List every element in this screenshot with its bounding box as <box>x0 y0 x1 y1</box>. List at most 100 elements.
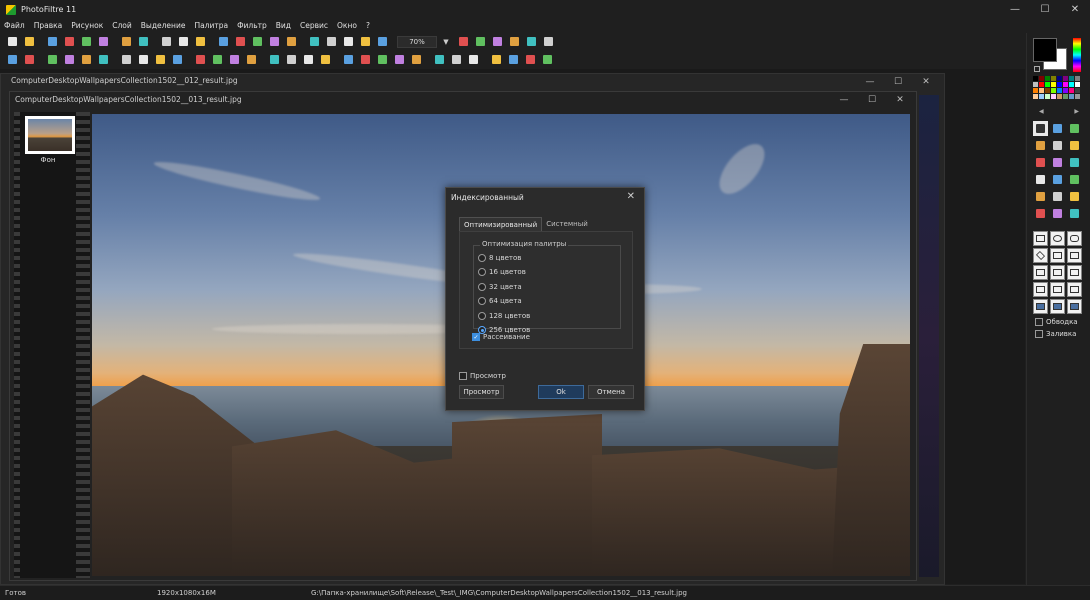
image-2-icon[interactable] <box>467 53 480 66</box>
menu-item[interactable]: Правка <box>34 21 63 30</box>
magic-icon[interactable] <box>342 35 355 48</box>
print-icon[interactable] <box>80 35 93 48</box>
mountain-3-icon[interactable] <box>410 53 423 66</box>
minimize-icon[interactable]: — <box>830 92 858 108</box>
finger-icon[interactable] <box>1050 189 1065 204</box>
foreground-color-swatch[interactable] <box>1033 38 1057 62</box>
palette-swatch[interactable] <box>1063 94 1068 99</box>
rgb-2-icon[interactable] <box>137 53 150 66</box>
cut-icon[interactable] <box>160 35 173 48</box>
radio-16-colors[interactable]: 16 цветов <box>478 266 526 278</box>
outline-checkbox[interactable] <box>1035 318 1043 326</box>
eraser-icon[interactable] <box>1067 155 1082 170</box>
select-2-shape-icon[interactable] <box>1050 282 1065 297</box>
hue-icon[interactable] <box>211 53 224 66</box>
maximize-icon[interactable]: ☐ <box>858 92 886 108</box>
brush-line-icon[interactable] <box>1067 138 1082 153</box>
contrast-icon[interactable] <box>194 53 207 66</box>
heart-icon[interactable] <box>1067 206 1082 221</box>
palette-swatch[interactable] <box>1063 88 1068 93</box>
palette-swatch[interactable] <box>1069 82 1074 87</box>
minimize-button[interactable]: — <box>1000 0 1030 19</box>
palette-prev-icon[interactable]: ◀ <box>1039 108 1044 115</box>
palette-swatch[interactable] <box>1063 76 1068 81</box>
lasso-shape-icon[interactable] <box>1033 265 1048 280</box>
blur-icon[interactable] <box>245 53 258 66</box>
drop-2-icon[interactable] <box>359 53 372 66</box>
stamp-icon[interactable] <box>1067 172 1082 187</box>
radio-32-colors[interactable]: 32 цвета <box>478 281 522 293</box>
maximize-icon[interactable]: ☐ <box>884 74 912 89</box>
brush-icon[interactable] <box>1050 172 1065 187</box>
export-icon[interactable] <box>268 35 281 48</box>
menu-item[interactable]: Окно <box>337 21 357 30</box>
color-spectrum[interactable] <box>1073 38 1081 72</box>
arrow-icon[interactable] <box>46 53 59 66</box>
blob-icon[interactable] <box>23 53 36 66</box>
paste-icon[interactable] <box>194 35 207 48</box>
radio-128-colors[interactable]: 128 цветов <box>478 310 530 322</box>
copy-icon[interactable] <box>177 35 190 48</box>
sharpen-icon[interactable] <box>228 53 241 66</box>
scan-icon[interactable] <box>97 35 110 48</box>
rgb-icon[interactable] <box>120 53 133 66</box>
menu-item[interactable]: Рисунок <box>71 21 103 30</box>
palette-icon[interactable] <box>433 53 446 66</box>
arrow-2-icon[interactable] <box>63 53 76 66</box>
fill-checkbox[interactable] <box>1035 330 1043 338</box>
transparency-icon[interactable] <box>308 35 321 48</box>
radio-button[interactable] <box>478 297 486 305</box>
menu-item[interactable]: Фильтр <box>237 21 267 30</box>
palette-swatch[interactable] <box>1033 82 1038 87</box>
palette-swatch[interactable] <box>1045 94 1050 99</box>
canvas-size-icon[interactable] <box>234 35 247 48</box>
cancel-button[interactable]: Отмена <box>588 385 634 399</box>
radio-8-colors[interactable]: 8 цветов <box>478 252 521 264</box>
palette-swatch[interactable] <box>1033 94 1038 99</box>
autocolor-icon[interactable] <box>359 35 372 48</box>
save-as-icon[interactable] <box>63 35 76 48</box>
preview-checkbox[interactable] <box>459 372 467 380</box>
menu-item[interactable]: Выделение <box>141 21 186 30</box>
mountain-2-icon[interactable] <box>393 53 406 66</box>
layer-thumbnail[interactable] <box>25 116 75 154</box>
drop-icon[interactable] <box>342 53 355 66</box>
fill-bucket-icon[interactable] <box>1033 155 1048 170</box>
palette-swatch[interactable] <box>1075 94 1080 99</box>
palette-swatch[interactable] <box>1051 94 1056 99</box>
palette-swatch[interactable] <box>1051 76 1056 81</box>
fullscreen-icon[interactable] <box>542 35 555 48</box>
palette-swatch[interactable] <box>1057 88 1062 93</box>
swap-colors-icon[interactable] <box>1034 66 1040 72</box>
gradient-2-icon[interactable] <box>171 53 184 66</box>
save-icon[interactable] <box>46 35 59 48</box>
flip-h-icon[interactable] <box>490 53 503 66</box>
select-all-icon[interactable] <box>376 35 389 48</box>
frame-3-shape-icon[interactable] <box>1067 299 1082 314</box>
line-icon[interactable] <box>1050 138 1065 153</box>
selection-arrow-icon[interactable] <box>1033 121 1048 136</box>
ok-button[interactable]: Ok <box>538 385 584 399</box>
brush-2-icon[interactable] <box>1067 189 1082 204</box>
radio-64-colors[interactable]: 64 цвета <box>478 295 522 307</box>
pipette-icon[interactable] <box>1033 138 1048 153</box>
triangle-right-shape-icon[interactable] <box>1067 248 1082 263</box>
palette-swatch[interactable] <box>1075 88 1080 93</box>
frame-2-shape-icon[interactable] <box>1050 299 1065 314</box>
redo-icon[interactable] <box>137 35 150 48</box>
ellipse-shape-icon[interactable] <box>1050 231 1065 246</box>
mountain-icon[interactable] <box>376 53 389 66</box>
rotate-2-icon[interactable] <box>541 53 554 66</box>
triangle-shape-icon[interactable] <box>1050 248 1065 263</box>
palette-swatch[interactable] <box>1063 82 1068 87</box>
text-t2-icon[interactable] <box>97 53 110 66</box>
fit-height-icon[interactable] <box>508 35 521 48</box>
gradient-icon[interactable] <box>154 53 167 66</box>
picture-icon[interactable] <box>1050 121 1065 136</box>
palette-swatch[interactable] <box>1045 76 1050 81</box>
palette-swatch[interactable] <box>1033 88 1038 93</box>
dot-icon[interactable] <box>6 53 19 66</box>
new-icon[interactable] <box>6 35 19 48</box>
text-t-icon[interactable] <box>80 53 93 66</box>
palette-swatch[interactable] <box>1051 82 1056 87</box>
